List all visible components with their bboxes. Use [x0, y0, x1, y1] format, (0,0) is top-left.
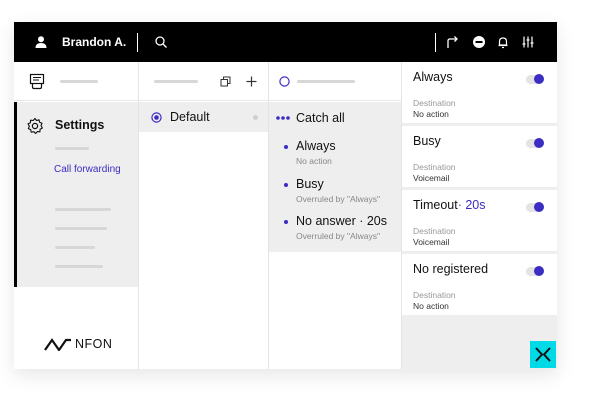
duplicate-icon[interactable]	[220, 76, 231, 87]
destination-value: No action	[413, 109, 449, 119]
user-name[interactable]: Brandon A.	[62, 35, 126, 49]
x-logo-icon	[535, 347, 551, 362]
toggle-knob	[534, 266, 544, 276]
top-bar: Brandon A.	[14, 22, 557, 62]
logo-text: NFON	[75, 337, 113, 351]
placeholder-text	[55, 246, 95, 249]
destination-label: Destination	[413, 162, 456, 172]
divider	[137, 33, 138, 52]
sidebar: Settings Call forwarding NFON	[14, 62, 138, 369]
profile-status-dot	[253, 115, 258, 120]
call-transfer-icon[interactable]	[445, 35, 459, 49]
radio-empty-icon[interactable]	[279, 76, 290, 87]
card-title: Always	[413, 70, 453, 84]
rule-subtitle: No action	[296, 156, 332, 166]
sliders-icon[interactable]	[521, 35, 535, 49]
add-icon[interactable]	[246, 76, 257, 87]
toggle-knob	[534, 138, 544, 148]
bell-icon[interactable]	[496, 35, 510, 49]
profiles-column: Default	[138, 62, 269, 369]
divider	[435, 33, 436, 52]
detail-column: Always Destination No action Busy Destin…	[401, 62, 557, 369]
rule-title[interactable]: Always	[296, 139, 336, 153]
radio-selected-icon[interactable]	[151, 112, 162, 123]
rules-column: Catch all Always No action Busy Overrule…	[268, 62, 402, 369]
destination-label: Destination	[413, 98, 456, 108]
nfon-logo: NFON	[44, 336, 112, 352]
bullet-icon	[284, 145, 288, 149]
rule-subtitle: Overruled by "Always"	[296, 231, 380, 241]
destination-value: Voicemail	[413, 237, 450, 247]
placeholder-text	[297, 80, 355, 83]
gear-icon	[27, 117, 43, 135]
card-title: Busy	[413, 134, 441, 148]
card-title: No registered	[413, 262, 489, 276]
rule-subtitle: Overruled by "Always"	[296, 194, 380, 204]
placeholder-text	[60, 80, 98, 83]
destination-value: Voicemail	[413, 173, 450, 183]
placeholder-text	[55, 265, 103, 268]
placeholder-text	[55, 147, 89, 150]
placeholder-text	[55, 208, 111, 211]
card-title: Timeout· 20s	[413, 198, 486, 212]
rule-title[interactable]: Busy	[296, 177, 324, 191]
user-icon[interactable]	[34, 35, 48, 49]
detail-card[interactable]: Always Destination No action	[402, 62, 557, 123]
nfon-logo-mark-icon	[44, 337, 71, 351]
phone-book-icon[interactable]	[29, 73, 45, 90]
destination-value: No action	[413, 301, 449, 311]
app-window: Brandon A. Settings Call forwarding NFON…	[14, 22, 557, 369]
toggle-knob	[534, 202, 544, 212]
close-x-button[interactable]	[530, 341, 556, 368]
detail-card[interactable]: Timeout· 20s Destination Voicemail	[402, 190, 557, 251]
placeholder-text	[55, 227, 107, 230]
destination-label: Destination	[413, 290, 456, 300]
enable-toggle[interactable]	[526, 138, 544, 148]
enable-toggle[interactable]	[526, 202, 544, 212]
rules-list: Catch all Always No action Busy Overrule…	[269, 102, 402, 252]
detail-card[interactable]: No registered Destination No action	[402, 254, 557, 315]
placeholder-text	[154, 80, 198, 83]
card-title-text: Timeout	[413, 198, 458, 212]
bullet-icon	[284, 183, 288, 187]
sidebar-item-settings[interactable]: Settings Call forwarding	[14, 102, 138, 287]
destination-label: Destination	[413, 226, 456, 236]
rules-header	[269, 62, 402, 101]
enable-toggle[interactable]	[526, 74, 544, 84]
profile-item-default[interactable]: Default	[139, 102, 269, 132]
do-not-disturb-icon[interactable]	[472, 35, 486, 49]
sidebar-item-label: Settings	[55, 118, 105, 132]
sidebar-header	[14, 62, 138, 101]
card-title-timeout: · 20s	[457, 198, 486, 212]
profile-label: Default	[170, 110, 210, 124]
sidebar-link-call-forwarding[interactable]: Call forwarding	[54, 164, 121, 175]
enable-toggle[interactable]	[526, 266, 544, 276]
rule-title[interactable]: No answer · 20s	[296, 214, 387, 228]
profiles-header	[139, 62, 269, 101]
bullet-icon	[284, 220, 288, 224]
toggle-knob	[534, 74, 544, 84]
search-icon[interactable]	[154, 35, 168, 49]
detail-card[interactable]: Busy Destination Voicemail	[402, 126, 557, 187]
more-dots-icon[interactable]	[276, 116, 290, 120]
rule-header-label[interactable]: Catch all	[296, 111, 345, 125]
